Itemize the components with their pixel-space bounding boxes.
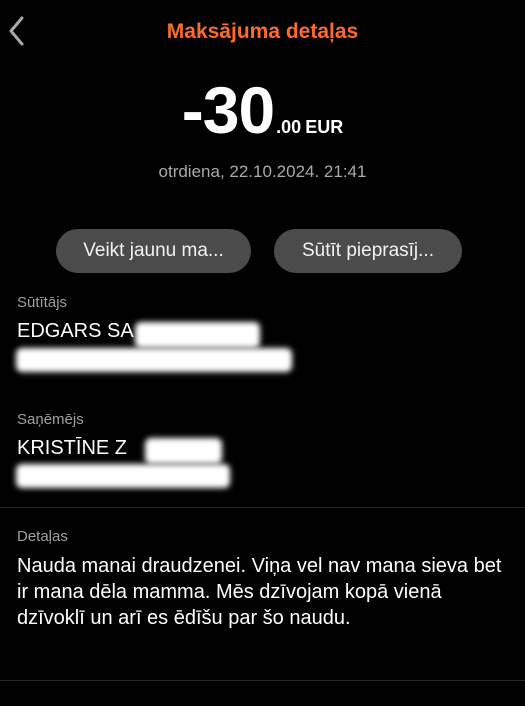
recipient-name: KRISTĪNE Z [17,437,128,459]
sender-name-redaction [135,322,260,348]
amount-currency: EUR [305,117,344,137]
send-request-button[interactable]: Sūtīt pieprasīj... [274,229,462,273]
details-text: Nauda manai draudzenei. Viņa vel nav man… [17,555,502,629]
sender-name: EDGARS SA [17,320,134,342]
recipient-account-redaction [16,464,230,488]
details-label: Detaļas [17,528,68,545]
sender-label: Sūtītājs [17,294,68,311]
bottom-divider [0,680,525,681]
amount-decimals: .00 [276,117,302,137]
recipient-label: Saņēmējs [17,411,84,428]
amount-main: -30 [181,73,275,147]
recipient-name-redaction [145,438,222,464]
new-payment-button[interactable]: Veikt jaunu ma... [56,229,251,273]
sender-account-redaction [16,348,292,372]
page-title: Maksājuma detaļas [166,20,359,43]
top-bar: Maksājuma detaļas [0,0,525,64]
transaction-datetime: otrdiena, 22.10.2024. 21:41 [158,162,367,181]
amount-display: -30.00 EUR [0,72,525,148]
section-divider [0,507,525,508]
